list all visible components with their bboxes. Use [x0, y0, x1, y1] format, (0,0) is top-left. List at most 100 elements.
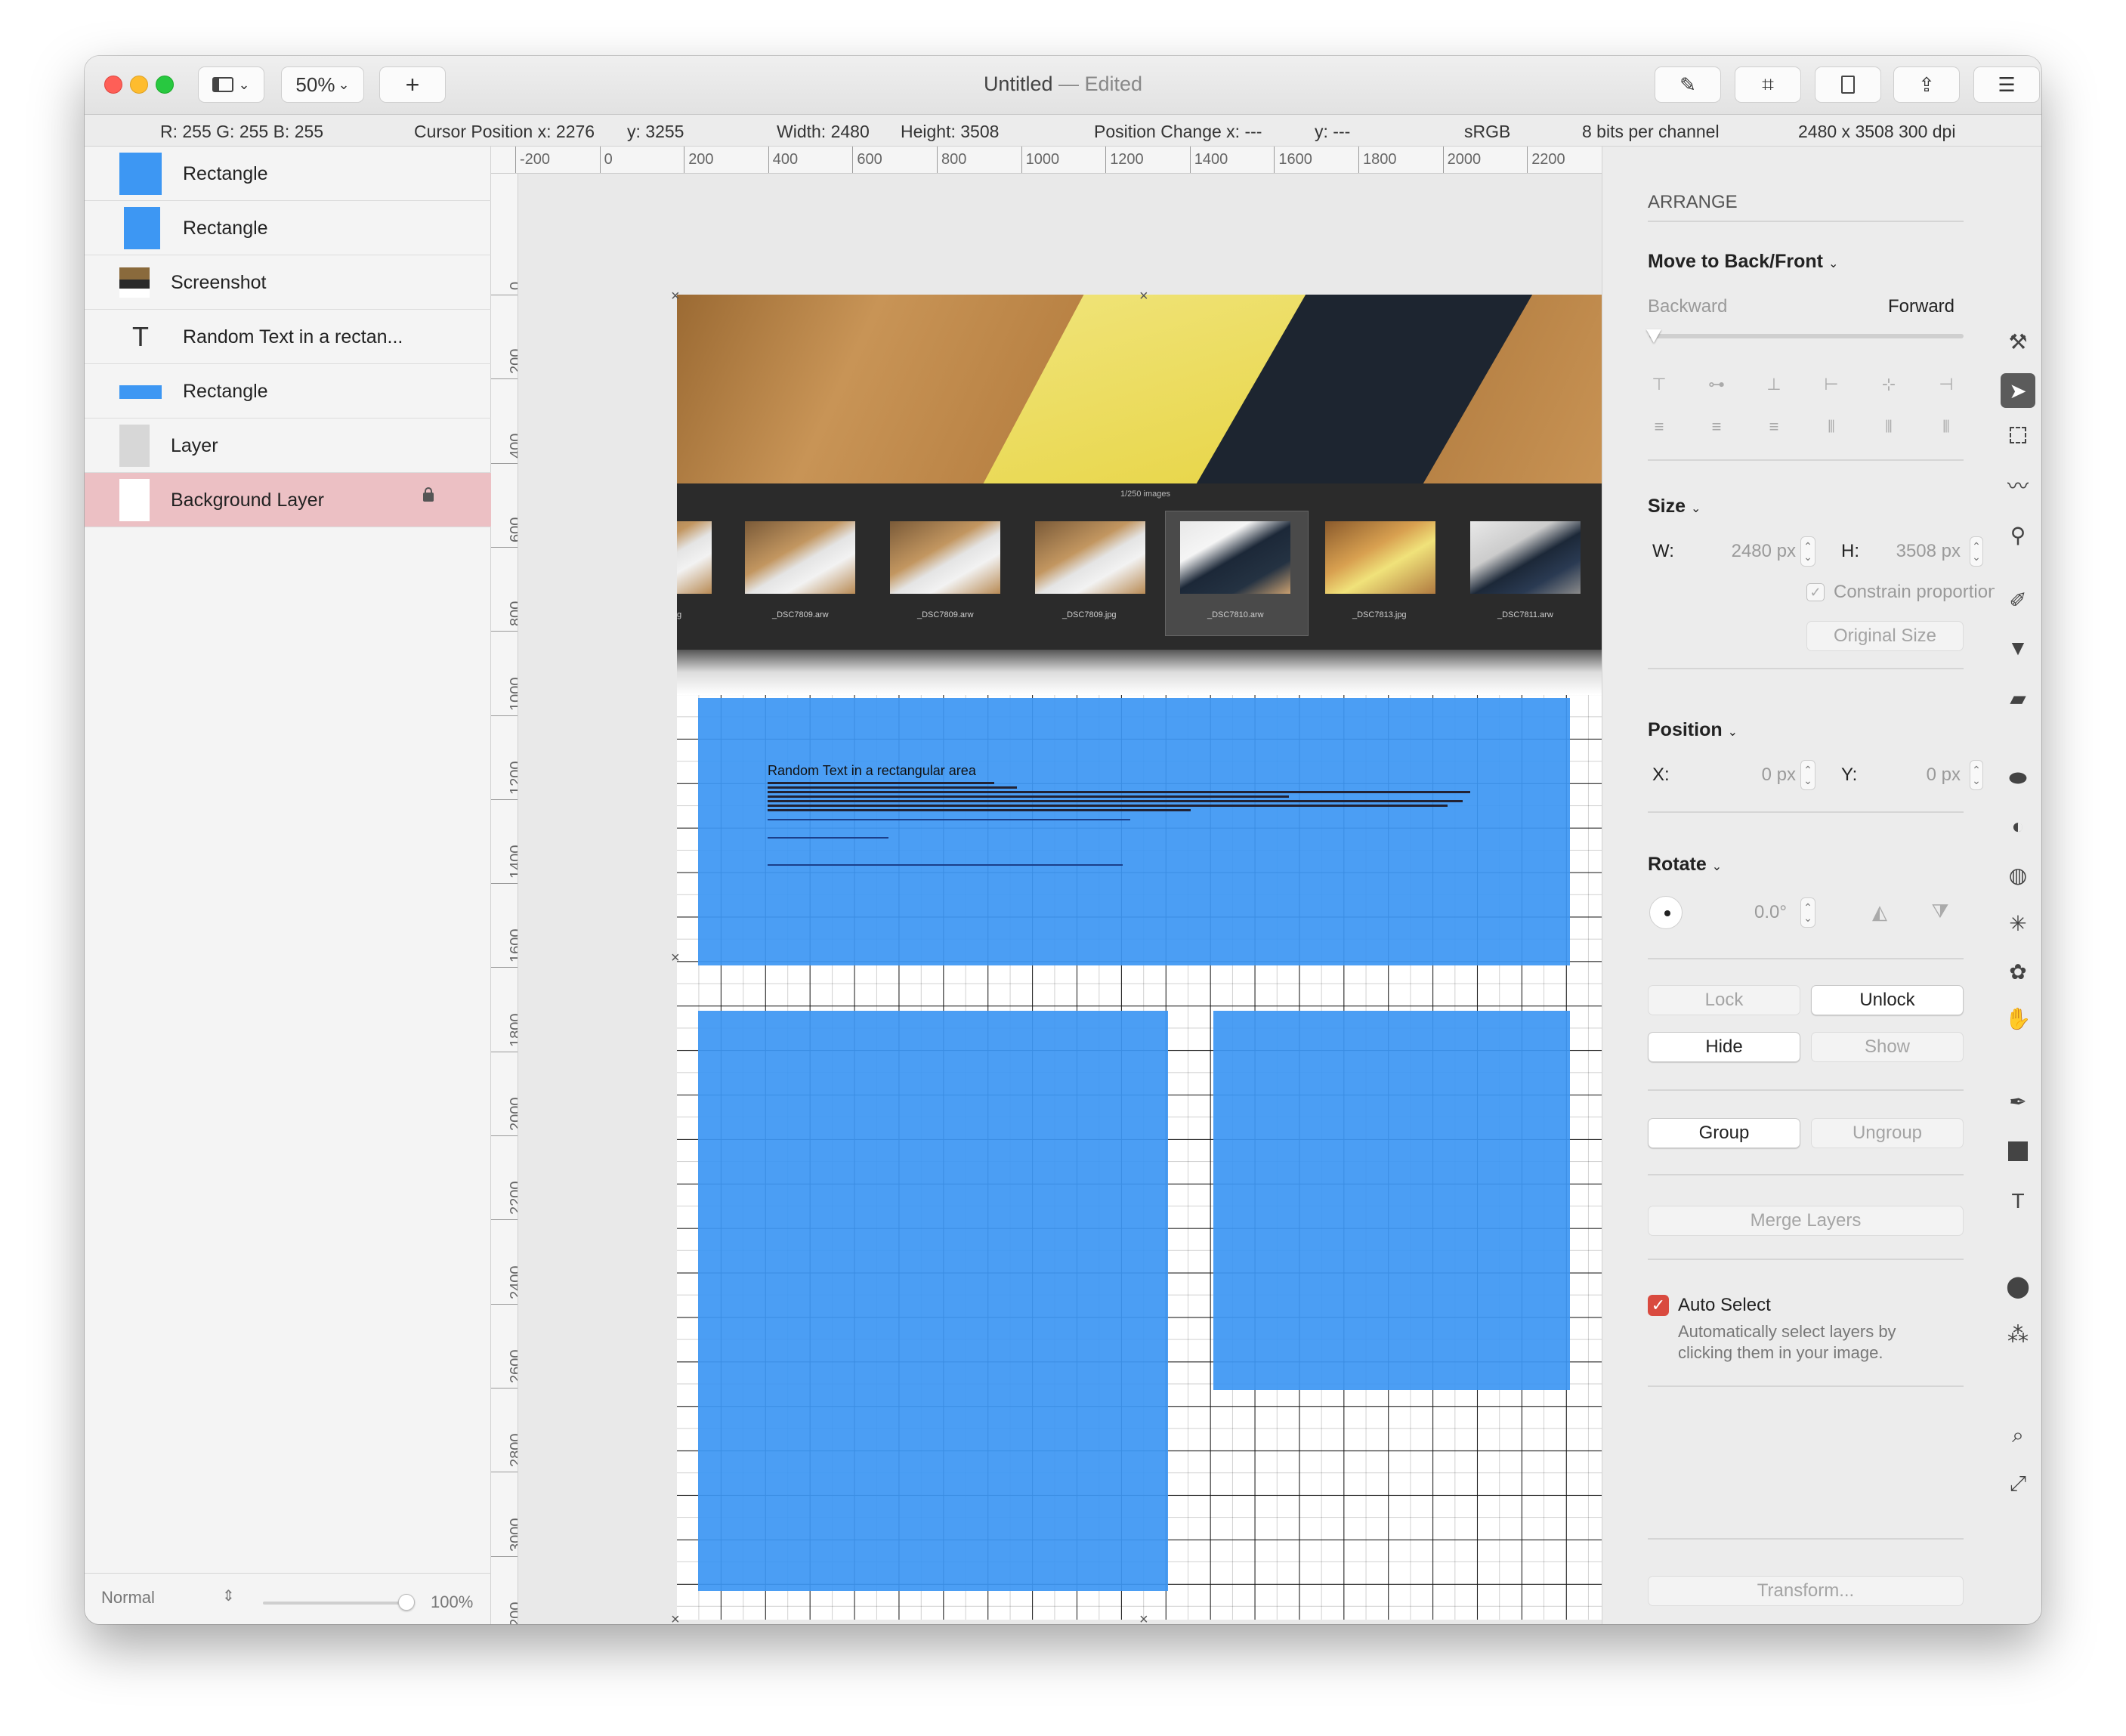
height-stepper[interactable]: ⌃ ⌄ — [1970, 536, 1983, 567]
move-back-front-header[interactable]: Move to Back/Front ⌄ — [1648, 251, 1838, 273]
ruler-tick-label: 3000 — [508, 1518, 518, 1552]
hammer-tool-icon[interactable]: ⚒ — [2004, 328, 2032, 355]
magic-wand-icon[interactable]: ⚲ — [2004, 521, 2032, 548]
group-button[interactable]: Group — [1648, 1118, 1800, 1148]
flip-horizontal-icon[interactable]: ◭ — [1868, 900, 1891, 923]
distribute-hcenter-icon[interactable]: ⦀ — [1877, 415, 1900, 438]
chevron-down-icon: ⌄ — [1828, 258, 1839, 270]
distribute-bottom-icon[interactable]: ≡ — [1763, 415, 1785, 438]
arrange-slider[interactable] — [1646, 329, 1964, 343]
layer-name: Screenshot — [171, 272, 267, 293]
layer-row[interactable]: Rectangle — [85, 147, 491, 201]
paint-bucket-icon[interactable]: ▼ — [2004, 635, 2032, 662]
annotate-button[interactable]: ✎ — [1655, 66, 1721, 103]
constrain-checkbox[interactable]: ✓ — [1806, 583, 1825, 601]
distribute-center-icon[interactable]: ≡ — [1705, 415, 1728, 438]
layer-row[interactable]: Layer — [85, 419, 491, 473]
layer-row-selected[interactable]: Background Layer — [85, 473, 491, 527]
noise-icon[interactable]: ⁂ — [2004, 1321, 2032, 1348]
layer-row[interactable]: T Random Text in a rectan... — [85, 310, 491, 364]
thumb-label: g — [677, 610, 682, 619]
smudge-icon[interactable]: ◍ — [2004, 861, 2032, 888]
brush-icon[interactable]: ✐ — [2004, 586, 2032, 613]
align-left-icon[interactable]: ⊢ — [1820, 373, 1843, 396]
zoom-tool-icon[interactable]: ⌕ — [2004, 1422, 2032, 1449]
crop-button[interactable]: ⌗ — [1735, 66, 1801, 103]
transform-button[interactable]: Transform... — [1648, 1576, 1964, 1606]
merge-layers-button[interactable]: Merge Layers — [1648, 1206, 1964, 1236]
transform-handle[interactable]: × — [1139, 1612, 1148, 1624]
sharpen-icon[interactable]: ✳ — [2004, 910, 2032, 937]
auto-select-checkbox[interactable]: ✓ — [1648, 1295, 1669, 1316]
size-header[interactable]: Size ⌄ — [1648, 496, 1701, 517]
width-field[interactable]: 2480 px — [1705, 541, 1796, 562]
distribute-right-icon[interactable]: ⦀ — [1935, 415, 1958, 438]
shape-tool-icon[interactable] — [2004, 1138, 2032, 1165]
flip-vertical-icon[interactable]: ⧩ — [1929, 900, 1951, 923]
hand-tool-icon[interactable]: ✋ — [2004, 1005, 2032, 1032]
layer-row[interactable]: Rectangle — [85, 364, 491, 419]
rotation-field[interactable]: 0.0° — [1714, 902, 1787, 923]
blue-rectangle-bottom-right[interactable] — [1213, 1011, 1570, 1390]
color-picker-icon[interactable]: ⬤ — [2004, 1272, 2032, 1299]
align-bottom-icon[interactable]: ⊥ — [1763, 373, 1785, 396]
distribute-top-icon[interactable]: ≡ — [1648, 415, 1670, 438]
rectangle-select-icon[interactable] — [2004, 422, 2032, 449]
align-vertical-center-icon[interactable]: ⊶ — [1705, 373, 1728, 396]
unlock-button[interactable]: Unlock — [1811, 985, 1964, 1015]
width-stepper[interactable]: ⌃ ⌄ — [1800, 536, 1815, 567]
align-right-icon[interactable]: ⊣ — [1935, 373, 1958, 396]
color-adjust-icon[interactable]: ✿ — [2004, 958, 2032, 985]
transform-handle[interactable]: × — [671, 1612, 680, 1624]
height-field[interactable]: 3508 px — [1871, 541, 1961, 562]
clone-stamp-icon[interactable]: ◐ — [2004, 813, 2032, 840]
blue-rectangle-bottom-left[interactable] — [698, 1011, 1168, 1591]
adjustments-button[interactable]: ☰ — [1973, 66, 2040, 103]
align-top-icon[interactable]: ⊤ — [1648, 373, 1670, 396]
pen-tool-icon[interactable]: ✒ — [2004, 1088, 2032, 1115]
canvas-area[interactable]: 1/250 images g _DSC7809.arw _DSC7809.arw… — [518, 174, 1602, 1624]
new-document-button[interactable] — [1815, 66, 1881, 103]
share-button[interactable]: ⇪ — [1893, 66, 1960, 103]
y-field[interactable]: 0 px — [1885, 765, 1961, 786]
ungroup-button[interactable]: Ungroup — [1811, 1118, 1964, 1148]
transform-handle[interactable]: × — [671, 289, 680, 304]
align-horizontal-center-icon[interactable]: ⊹ — [1877, 373, 1900, 396]
bit-depth: 8 bits per channel — [1582, 122, 1720, 141]
blend-mode-select[interactable]: Normal ⇕ — [101, 1588, 237, 1618]
thumb-label: _DSC7809.arw — [772, 610, 829, 619]
hide-button[interactable]: Hide — [1648, 1032, 1800, 1062]
transform-handle[interactable]: × — [1139, 289, 1148, 304]
original-size-button[interactable]: Original Size — [1806, 621, 1964, 651]
x-field[interactable]: 0 px — [1720, 765, 1796, 786]
x-stepper[interactable]: ⌃ ⌄ — [1800, 760, 1815, 790]
lasso-icon[interactable]: 〰 — [2004, 471, 2032, 499]
opacity-knob[interactable] — [398, 1594, 415, 1611]
show-button[interactable]: Show — [1811, 1032, 1964, 1062]
bandage-icon[interactable]: ⬬ — [2004, 765, 2032, 792]
lock-button[interactable]: Lock — [1648, 985, 1800, 1015]
distribute-left-icon[interactable]: ⦀ — [1820, 415, 1843, 438]
rotation-stepper[interactable]: ⌃ ⌄ — [1800, 897, 1815, 928]
y-stepper[interactable]: ⌃ ⌄ — [1970, 760, 1983, 790]
move-tool-icon[interactable]: ➤ — [2001, 373, 2035, 408]
arrange-slider-knob[interactable] — [1646, 329, 1661, 343]
rotate-header[interactable]: Rotate ⌄ — [1648, 854, 1722, 876]
text-tool-icon[interactable]: T — [2004, 1188, 2032, 1215]
ruler-tick-mark — [491, 1555, 518, 1557]
opacity-slider[interactable] — [263, 1594, 415, 1611]
rotation-dial[interactable] — [1649, 896, 1683, 929]
eraser-icon[interactable]: ▰ — [2004, 684, 2032, 712]
move-back-front-label: Move to Back/Front — [1648, 251, 1823, 272]
layer-row[interactable]: Rectangle — [85, 201, 491, 255]
divider — [1648, 1259, 1964, 1260]
ruler-tick-label: 2600 — [508, 1349, 518, 1383]
document-canvas[interactable]: 1/250 images g _DSC7809.arw _DSC7809.arw… — [677, 295, 1602, 1620]
layer-row[interactable]: Screenshot — [85, 255, 491, 310]
ruler-tick-label: -200 — [520, 151, 551, 168]
eyedropper-icon[interactable]: ⤢ — [2004, 1470, 2032, 1497]
layer-name: Rectangle — [183, 218, 268, 239]
position-header[interactable]: Position ⌄ — [1648, 719, 1738, 741]
edited-indicator: — Edited — [1058, 73, 1143, 95]
transform-handle[interactable]: × — [671, 950, 680, 965]
